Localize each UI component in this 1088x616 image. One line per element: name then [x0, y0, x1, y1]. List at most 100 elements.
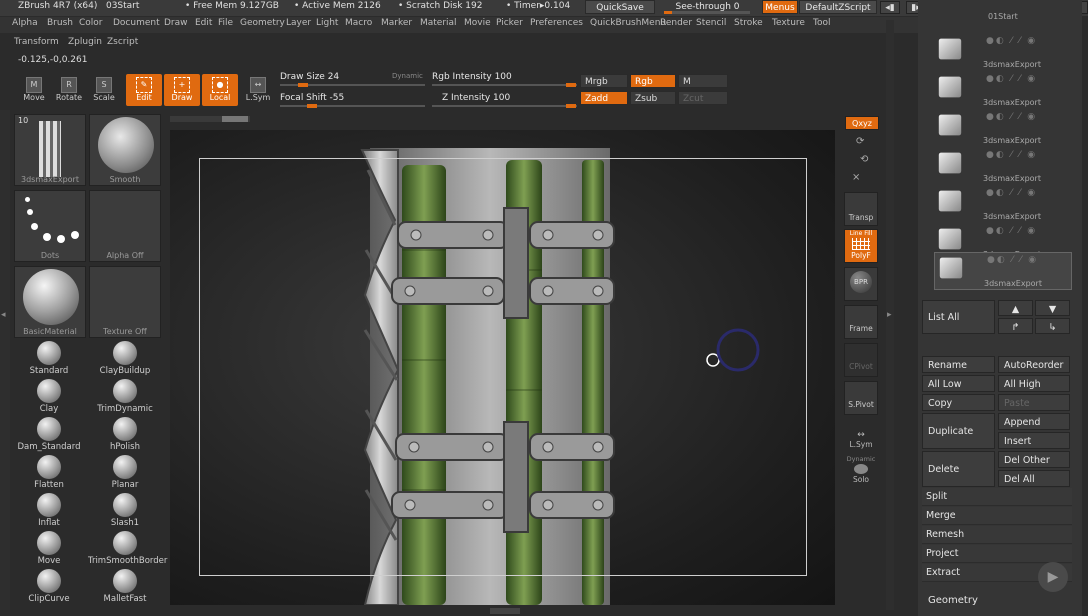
- tool-draw-button[interactable]: + Draw: [164, 74, 200, 106]
- z-intensity-knob[interactable]: [566, 104, 576, 108]
- menu-picker[interactable]: Picker: [496, 18, 523, 28]
- menu-render[interactable]: Render: [660, 18, 692, 28]
- spivot-button[interactable]: S.Pivot: [844, 381, 878, 415]
- brush-trimsmoothborder[interactable]: TrimSmoothBorder: [88, 529, 167, 566]
- zsub-button[interactable]: Zsub: [630, 91, 676, 105]
- arrow-down-icon[interactable]: ▼: [1035, 300, 1070, 316]
- rgb-intensity-slider[interactable]: [432, 84, 577, 86]
- alpha-thumb[interactable]: Alpha Off: [89, 190, 161, 262]
- visibility-toggle-icons[interactable]: ●◐ ⁄ ⁄ ◉: [986, 74, 1037, 84]
- menu-zscript[interactable]: Zscript: [107, 37, 138, 47]
- menu-geometry[interactable]: Geometry: [240, 18, 285, 28]
- see-through-knob[interactable]: [664, 11, 672, 14]
- brush-trimdynamic[interactable]: TrimDynamic: [88, 377, 162, 414]
- rotate-x-icon[interactable]: ⨯: [852, 172, 860, 183]
- menu-transform[interactable]: Transform: [14, 37, 59, 47]
- copy-button[interactable]: Copy: [922, 394, 995, 411]
- all-low-button[interactable]: All Low: [922, 375, 995, 392]
- menu-document[interactable]: Document: [113, 18, 160, 28]
- menu-light[interactable]: Light: [316, 18, 338, 28]
- move-down-icon[interactable]: ↳: [1035, 318, 1070, 334]
- auto-reorder-button[interactable]: AutoReorder: [998, 356, 1070, 373]
- menu-preferences[interactable]: Preferences: [530, 18, 583, 28]
- brush-move[interactable]: Move: [12, 529, 86, 566]
- menu-edit[interactable]: Edit: [195, 18, 212, 28]
- del-all-button[interactable]: Del All: [998, 470, 1070, 487]
- arrow-up-icon[interactable]: ▲: [998, 300, 1033, 316]
- solo-button[interactable]: Dynamic Solo: [843, 455, 879, 484]
- tool-scale-button[interactable]: S Scale: [86, 74, 122, 106]
- subtool-item[interactable]: ●◐ ⁄ ⁄ ◉ 3dsmaxExport: [934, 186, 1070, 222]
- subpanel-remesh[interactable]: Remesh: [922, 526, 1072, 544]
- menu-file[interactable]: File: [218, 18, 233, 28]
- menu-stencil[interactable]: Stencil: [696, 18, 726, 28]
- menu-material[interactable]: Material: [420, 18, 457, 28]
- brush-flatten[interactable]: Flatten: [12, 453, 86, 490]
- visibility-toggle-icons[interactable]: ●◐ ⁄ ⁄ ◉: [987, 255, 1038, 265]
- tool-edit-button[interactable]: ✎ Edit: [126, 74, 162, 106]
- quicksave-button[interactable]: QuickSave: [585, 0, 655, 14]
- play-icon[interactable]: ▶: [1038, 562, 1068, 592]
- draw-size-knob[interactable]: [298, 83, 308, 87]
- polyf-button[interactable]: Line Fill PolyF: [844, 229, 878, 263]
- left-tray-arrow-icon[interactable]: ◂: [1, 310, 6, 320]
- duplicate-button[interactable]: Duplicate: [922, 413, 995, 449]
- move-up-icon[interactable]: ↱: [998, 318, 1033, 334]
- brush-hpolish[interactable]: hPolish: [88, 415, 162, 452]
- insert-button[interactable]: Insert: [998, 432, 1070, 449]
- xyz-button[interactable]: Qxyz: [845, 116, 879, 130]
- visibility-toggle-icons[interactable]: ●◐ ⁄ ⁄ ◉: [986, 36, 1037, 46]
- menu-quickbrushmenu[interactable]: QuickBrushMenu: [590, 18, 666, 28]
- append-button[interactable]: Append: [998, 413, 1070, 430]
- brush-claybuildup[interactable]: ClayBuildup: [88, 339, 162, 376]
- menu-tool[interactable]: Tool: [813, 18, 830, 28]
- all-high-button[interactable]: All High: [998, 375, 1070, 392]
- rename-button[interactable]: Rename: [922, 356, 995, 373]
- menu-brush[interactable]: Brush: [47, 18, 73, 28]
- visibility-toggle-icons[interactable]: ●◐ ⁄ ⁄ ◉: [986, 188, 1037, 198]
- menu-texture[interactable]: Texture: [772, 18, 805, 28]
- tool-rotate-button[interactable]: R Rotate: [51, 74, 87, 106]
- menu-draw[interactable]: Draw: [164, 18, 188, 28]
- paste-button[interactable]: Paste: [998, 394, 1070, 411]
- zcut-button[interactable]: Zcut: [678, 91, 728, 105]
- brush-clay[interactable]: Clay: [12, 377, 86, 414]
- zadd-button[interactable]: Zadd: [580, 91, 628, 105]
- brush-dam-standard[interactable]: Dam_Standard: [12, 415, 86, 452]
- z-intensity-slider[interactable]: [432, 105, 577, 107]
- stroke-dots-thumb[interactable]: Dots: [14, 190, 86, 262]
- focal-shift-knob[interactable]: [307, 104, 317, 108]
- menu-marker[interactable]: Marker: [381, 18, 412, 28]
- m-button[interactable]: M: [678, 74, 728, 88]
- frame-button[interactable]: Frame: [844, 305, 878, 339]
- texture-thumb[interactable]: Texture Off: [89, 266, 161, 338]
- visibility-toggle-icons[interactable]: ●◐ ⁄ ⁄ ◉: [986, 226, 1037, 236]
- tool-lsym-button[interactable]: ↔ L.Sym: [240, 74, 276, 106]
- subtool-item[interactable]: ●◐ ⁄ ⁄ ◉ 3dsmaxExport: [934, 252, 1072, 290]
- rgb-button[interactable]: Rgb: [630, 74, 676, 88]
- layout-prev-icon[interactable]: ◂▮: [880, 1, 900, 14]
- transp-button[interactable]: Transp: [844, 192, 878, 226]
- canvas-bottom-handle[interactable]: [490, 608, 520, 614]
- visibility-toggle-icons[interactable]: ●◐ ⁄ ⁄ ◉: [986, 112, 1037, 122]
- menu-color[interactable]: Color: [79, 18, 103, 28]
- menu-stroke[interactable]: Stroke: [734, 18, 763, 28]
- subtool-item[interactable]: ●◐ ⁄ ⁄ ◉ 3dsmaxExport: [934, 34, 1070, 70]
- brush-malletfast[interactable]: MalletFast: [88, 567, 162, 604]
- mrgb-button[interactable]: Mrgb: [580, 74, 628, 88]
- document-scrollbar[interactable]: [170, 116, 250, 122]
- tool-move-button[interactable]: M Move: [16, 74, 52, 106]
- focal-shift-slider[interactable]: [280, 105, 425, 107]
- subtool-item[interactable]: ●◐ ⁄ ⁄ ◉ 3dsmaxExport: [934, 110, 1070, 146]
- list-all-button[interactable]: List All: [922, 300, 995, 334]
- subpanel-merge[interactable]: Merge: [922, 507, 1072, 525]
- geometry-header[interactable]: Geometry: [928, 595, 978, 606]
- subtool-item[interactable]: ●◐ ⁄ ⁄ ◉ 3dsmaxExport: [934, 72, 1070, 108]
- scroll-thumb[interactable]: [222, 116, 248, 122]
- right-tray-arrow-icon[interactable]: ▸: [887, 310, 892, 320]
- delete-button[interactable]: Delete: [922, 451, 995, 487]
- rotate-y-icon[interactable]: ⟳: [856, 136, 864, 147]
- brush-inflat[interactable]: Inflat: [12, 491, 86, 528]
- brush-slash1[interactable]: Slash1: [88, 491, 162, 528]
- subpanel-split[interactable]: Split: [922, 488, 1072, 506]
